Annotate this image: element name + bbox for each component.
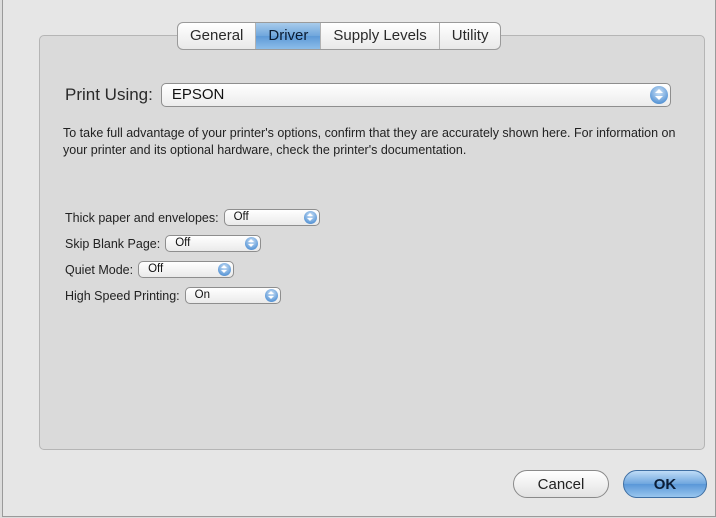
option-value: Off	[175, 237, 191, 249]
quiet-mode-select[interactable]: Off	[138, 261, 235, 278]
option-value: On	[194, 289, 210, 301]
tab-supply-levels[interactable]: Supply Levels	[321, 23, 440, 49]
skip-blank-page-select[interactable]: Off	[165, 235, 262, 252]
high-speed-printing-select[interactable]: On	[184, 287, 281, 304]
ok-button[interactable]: OK	[623, 470, 707, 498]
thick-paper-select[interactable]: Off	[223, 209, 320, 226]
up-down-arrows-icon	[303, 211, 317, 224]
option-value: Off	[233, 211, 249, 223]
option-label: Quiet Mode:	[65, 262, 134, 277]
print-using-label: Print Using:	[65, 85, 153, 104]
up-down-arrows-icon	[245, 237, 259, 250]
tab-general[interactable]: General	[178, 23, 257, 49]
info-text: To take full advantage of your printer's…	[63, 126, 676, 157]
tab-utility[interactable]: Utility	[440, 23, 501, 49]
print-using-select[interactable]: EPSON	[160, 83, 671, 107]
print-using-value: EPSON	[171, 86, 225, 103]
tab-driver[interactable]: Driver	[256, 23, 322, 49]
option-label: Thick paper and envelopes:	[65, 210, 219, 225]
tab-bar: General Driver Supply Levels Utility	[177, 22, 502, 50]
cancel-button[interactable]: Cancel	[513, 470, 609, 498]
option-high-speed-printing: High Speed Printing: On	[65, 287, 281, 304]
option-label: Skip Blank Page:	[65, 236, 161, 251]
printer-options-dialog: General Driver Supply Levels Utility Pri…	[2, 0, 716, 517]
up-down-arrows-icon	[218, 263, 232, 276]
option-thick-paper: Thick paper and envelopes: Off	[65, 209, 320, 226]
print-using-row: Print Using: EPSON	[65, 83, 671, 107]
option-quiet-mode: Quiet Mode: Off	[65, 261, 235, 278]
option-label: High Speed Printing:	[65, 288, 180, 303]
option-skip-blank-page: Skip Blank Page: Off	[65, 235, 262, 252]
option-value: Off	[148, 263, 164, 275]
up-down-arrows-icon	[649, 86, 668, 104]
up-down-arrows-icon	[264, 289, 278, 302]
